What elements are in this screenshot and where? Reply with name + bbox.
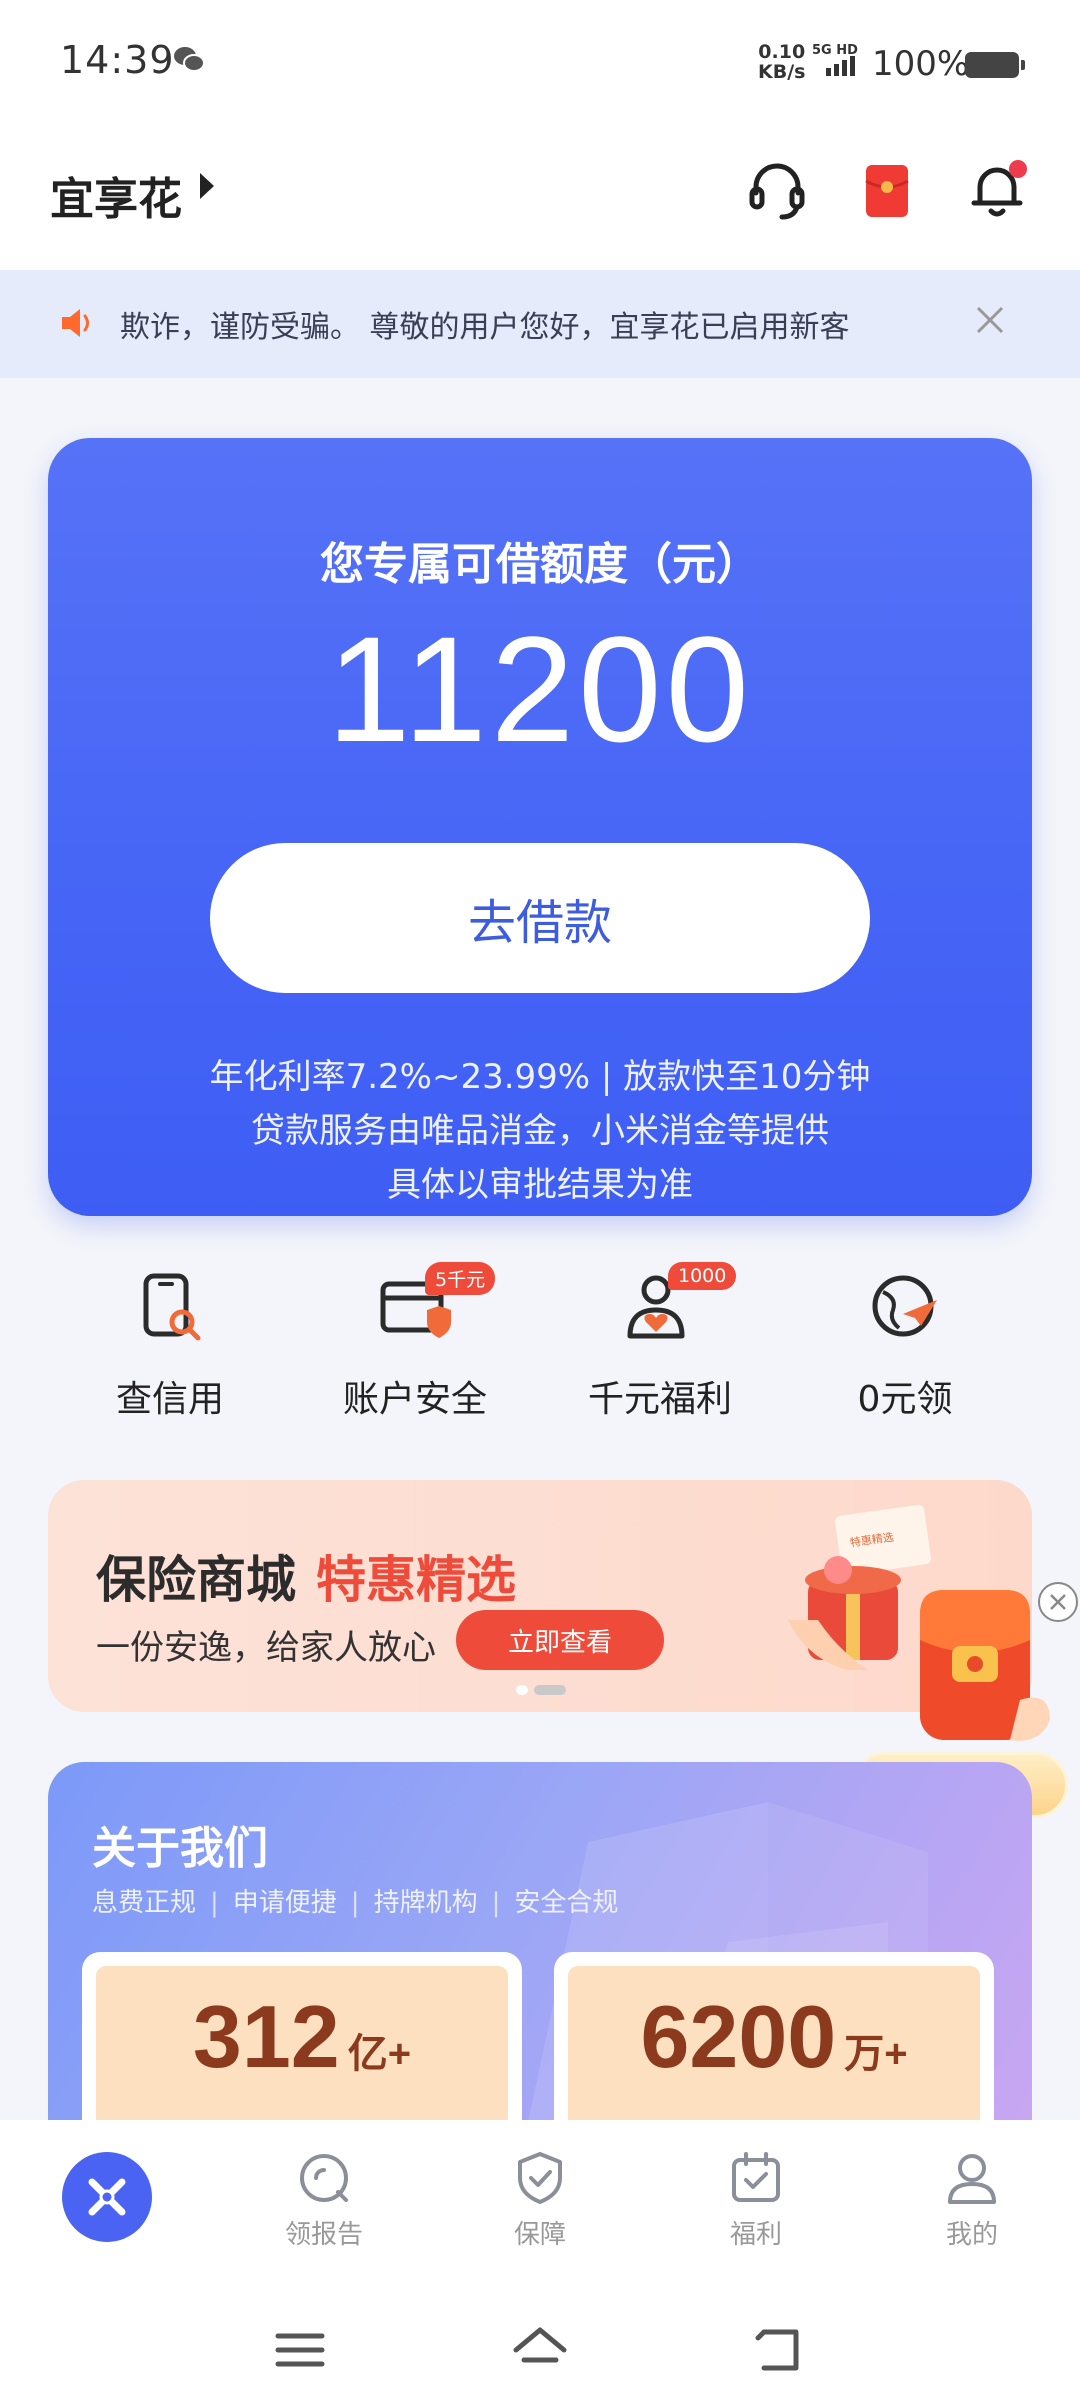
bottom-tab-bar: 领报告 保障 福利 我的 (0, 2120, 1080, 2300)
calendar-check-icon (732, 2152, 780, 2202)
wechat-icon (174, 47, 205, 72)
about-us-section: 关于我们 息费正规 | 申请便捷 | 持牌机构 | 安全合规 312 亿+ 6200 万+ (48, 1762, 1032, 2122)
net-speed-unit: KB/s (758, 61, 806, 83)
signal-icon: 5G HD (812, 43, 858, 76)
stat-card-users: 6200 万+ (554, 1952, 994, 2122)
bell-icon[interactable] (962, 155, 1032, 225)
action-account-security[interactable]: 5千元 账户安全 (305, 1260, 525, 1430)
about-tag: 持牌机构 (373, 1888, 478, 1918)
about-tag: 申请便捷 (232, 1888, 337, 1918)
tab-label: 领报告 (284, 2220, 363, 2250)
view-now-button[interactable]: 立即查看 (456, 1610, 664, 1670)
stat-unit: 亿+ (347, 2032, 412, 2076)
insurance-subtitle: 一份安逸，给家人放心 (96, 1628, 436, 1668)
credit-limit-amount: 11200 (327, 605, 753, 773)
tab-label: 我的 (945, 2220, 998, 2250)
borrow-button[interactable]: 去借款 (210, 843, 870, 993)
credit-description: 年化利率7.2%~23.99% | 放款快至10分钟 贷款服务由唯品消金，小米消… (48, 1050, 1032, 1212)
rate-info: 年化利率7.2%~23.99% | 放款快至10分钟 (209, 1057, 871, 1097)
user-icon (948, 2154, 996, 2204)
tag-separator: | (491, 1888, 501, 1918)
badge-1000: 1000 (668, 1262, 737, 1290)
net-speed: 0.10 KB/s (758, 42, 805, 82)
insurance-banner[interactable]: 保险商城 特惠精选 一份安逸，给家人放心 立即查看 特惠精选 (48, 1480, 1032, 1712)
action-label: 查信用 (115, 1379, 224, 1420)
back-icon[interactable] (750, 2320, 810, 2380)
headset-icon[interactable] (742, 155, 812, 225)
home-logo-icon (88, 2178, 126, 2216)
action-label: 0元领 (857, 1379, 953, 1420)
shield-icon (518, 2152, 562, 2204)
battery-icon (965, 52, 1025, 78)
tab-welfare[interactable]: 福利 (648, 2120, 864, 2300)
caret-right-icon[interactable] (200, 173, 214, 199)
approval-note: 具体以审批结果为准 (387, 1165, 693, 1205)
tab-protection[interactable]: 保障 (432, 2120, 648, 2300)
stat-value: 312 (192, 1987, 340, 2086)
carousel-dot (516, 1685, 528, 1695)
action-free-gift[interactable]: 0元领 (795, 1260, 1015, 1430)
carousel-dot-active (534, 1685, 566, 1695)
tab-mine[interactable]: 我的 (864, 2120, 1080, 2300)
notice-text: 欺诈，谨防受骗。 尊敬的用户您好，宜享花已启用新客 (120, 310, 850, 345)
about-tags: 息费正规 | 申请便捷 | 持牌机构 | 安全合规 (92, 1882, 618, 1919)
action-label: 账户安全 (342, 1379, 487, 1420)
red-packet-icon[interactable] (852, 155, 922, 225)
home-icon[interactable] (510, 2320, 570, 2380)
stat-unit: 万+ (844, 2032, 908, 2076)
report-icon (300, 2154, 348, 2202)
action-welfare[interactable]: 1000 千元福利 (550, 1260, 770, 1430)
tab-report[interactable]: 领报告 (216, 2120, 432, 2300)
tag-separator: | (210, 1888, 219, 1918)
tag-separator: | (350, 1888, 360, 1918)
stat-value: 6200 (640, 1987, 837, 2086)
notice-bar[interactable]: 欺诈，谨防受骗。 尊敬的用户您好，宜享花已启用新客 (0, 270, 1080, 378)
battery-percent: 100% (872, 44, 970, 84)
action-credit-check[interactable]: 查信用 (60, 1260, 280, 1430)
quick-actions: 查信用 5千元 账户安全 1000 千元福利 0元领 (0, 1260, 1080, 1430)
speaker-icon (62, 309, 89, 337)
insurance-highlight: 特惠精选 (316, 1551, 516, 1609)
app-header: 宜享花 (0, 125, 1080, 270)
badge-5k: 5千元 (425, 1262, 496, 1295)
tab-label: 福利 (729, 2220, 782, 2250)
stat-card-loans: 312 亿+ (82, 1952, 522, 2122)
globe-plane-icon (872, 1275, 937, 1337)
about-title: 关于我们 (92, 1823, 268, 1874)
action-label: 千元福利 (587, 1379, 732, 1420)
credit-limit-label: 您专属可借额度（元） (320, 539, 760, 590)
close-icon[interactable] (1036, 1580, 1080, 1624)
credit-check-icon (143, 1273, 201, 1341)
network-type-label: 5G HD (812, 43, 858, 58)
carousel-indicator (516, 1680, 572, 1699)
about-tag: 安全合规 (514, 1888, 619, 1918)
about-tag: 息费正规 (92, 1888, 197, 1918)
brand-title[interactable]: 宜享花 (50, 163, 182, 227)
status-bar: 14:39 0.10 KB/s 5G HD 100% (0, 0, 1080, 125)
menu-icon[interactable] (270, 2320, 330, 2380)
credit-limit-card: 您专属可借额度（元） 11200 去借款 年化利率7.2%~23.99% | 放… (48, 438, 1032, 1216)
provider-info: 贷款服务由唯品消金，小米消金等提供 (251, 1111, 829, 1151)
status-time: 14:39 (60, 38, 175, 82)
home-tab-circle (62, 2152, 152, 2242)
system-navigation-bar (0, 2300, 1080, 2408)
insurance-title: 保险商城 (96, 1551, 296, 1609)
close-icon[interactable] (970, 300, 1010, 340)
net-speed-value: 0.10 (758, 41, 806, 63)
tab-home[interactable] (0, 2120, 216, 2300)
tab-label: 保障 (513, 2220, 566, 2250)
